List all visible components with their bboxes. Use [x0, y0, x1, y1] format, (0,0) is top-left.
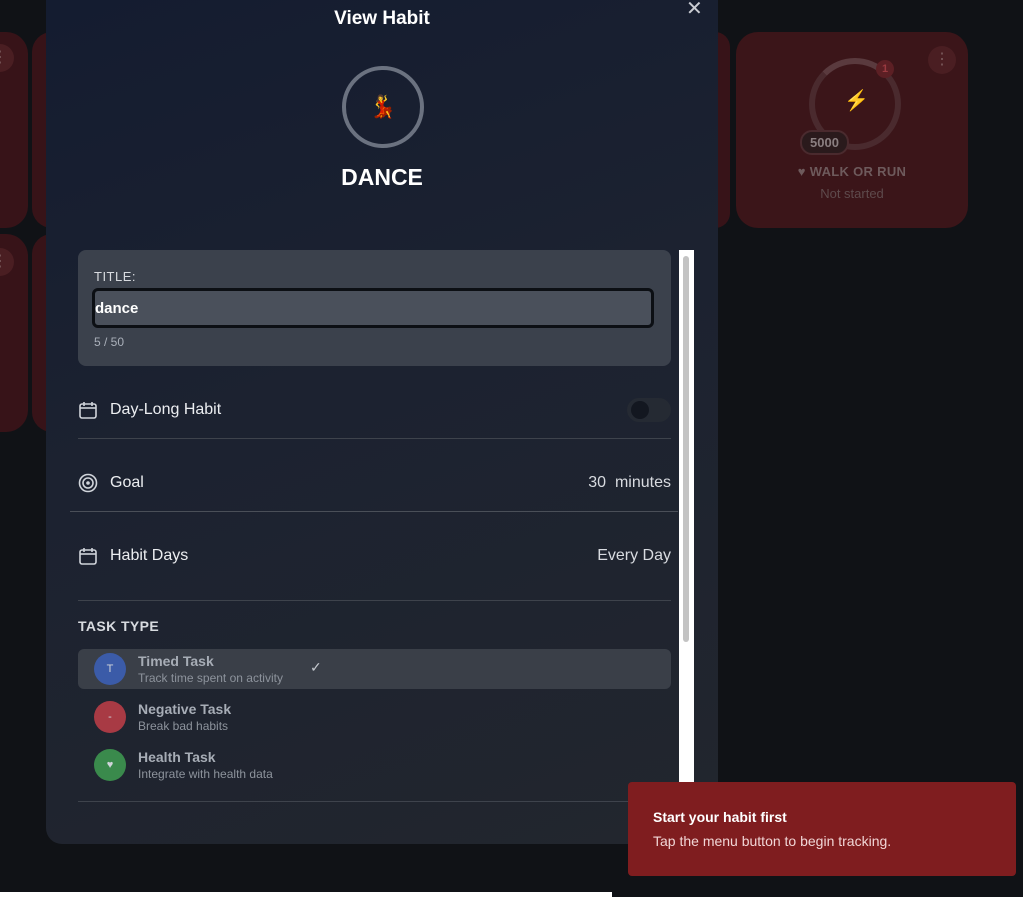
task-name: Negative Task — [138, 701, 232, 717]
habit-card-walk-or-run[interactable]: ⚡ 1 5000 ♥ WALK OR RUN Not started ⋮ — [736, 32, 968, 228]
task-option-timed[interactable]: T Timed Task Track time spent on activit… — [78, 649, 671, 689]
calendar-icon — [79, 548, 97, 565]
goal-badge: 5000 — [800, 130, 849, 155]
divider — [78, 600, 671, 601]
card-title-text: WALK OR RUN — [809, 164, 907, 179]
task-desc: Break bad habits — [138, 719, 229, 733]
goal-number: 30 — [588, 474, 607, 491]
day-long-toggle[interactable] — [627, 398, 671, 422]
task-name: Timed Task — [138, 653, 214, 669]
task-option-health[interactable]: ♥ Health Task Integrate with health data — [78, 745, 671, 785]
toast-title: Start your habit first — [653, 809, 787, 825]
check-icon: ✓ — [310, 659, 322, 675]
card-status: Not started — [820, 186, 884, 201]
streak-badge: 1 — [876, 60, 894, 78]
toggle-knob — [631, 401, 649, 419]
day-long-habit-label: Day-Long Habit — [110, 401, 222, 418]
card-menu-button[interactable]: ⋮ — [928, 46, 956, 74]
heart-icon: ♥ — [797, 164, 806, 179]
task-name: Health Task — [138, 749, 216, 765]
habit-name: DANCE — [341, 164, 423, 190]
heart-icon: ♥ — [94, 749, 126, 781]
title-field-box: TITLE: 5 / 50 — [78, 250, 671, 366]
scrollbar-thumb[interactable] — [683, 256, 689, 642]
habit-avatar: 💃 — [342, 66, 424, 148]
habit-days-value: Every Day — [597, 547, 671, 564]
habit-days-row[interactable]: Habit Days Every Day — [78, 520, 671, 592]
toast-message: Tap the menu button to begin tracking. — [653, 833, 892, 849]
modal-title: View Habit — [334, 8, 430, 29]
habit-days-label: Habit Days — [110, 547, 189, 564]
toast-notification: Start your habit first Tap the menu butt… — [628, 782, 1016, 876]
view-habit-modal: View Habit ✕ 💃 DANCE TITLE: 5 / 50 Day-L… — [46, 0, 718, 844]
page-edge — [0, 892, 612, 897]
bolt-icon: ⚡ — [844, 90, 869, 112]
task-initial-badge: - — [94, 701, 126, 733]
goal-row[interactable]: Goal 30 minutes — [78, 447, 671, 519]
close-icon[interactable]: ✕ — [686, 0, 703, 21]
title-input[interactable] — [92, 288, 654, 328]
card-title: ♥ WALK OR RUN — [736, 164, 968, 179]
task-desc: Track time spent on activity — [138, 671, 283, 685]
task-type-header: TASK TYPE — [78, 618, 160, 634]
target-icon — [78, 473, 98, 493]
divider — [70, 511, 678, 512]
calendar-icon — [79, 402, 97, 419]
task-desc: Integrate with health data — [138, 767, 273, 781]
divider — [78, 801, 671, 802]
char-count: 5 / 50 — [94, 335, 125, 349]
dance-emoji-icon: 💃 — [369, 94, 397, 119]
goal-label: Goal — [110, 474, 144, 491]
goal-unit: minutes — [614, 474, 671, 491]
divider — [78, 438, 671, 439]
goal-value: 30 minutes — [588, 474, 671, 492]
title-label: TITLE: — [94, 269, 137, 284]
modal-scrollbar[interactable] — [679, 250, 694, 790]
task-initial-badge: T — [94, 653, 126, 685]
day-long-habit-row: Day-Long Habit — [78, 374, 671, 446]
task-option-negative[interactable]: - Negative Task Break bad habits — [78, 697, 671, 737]
